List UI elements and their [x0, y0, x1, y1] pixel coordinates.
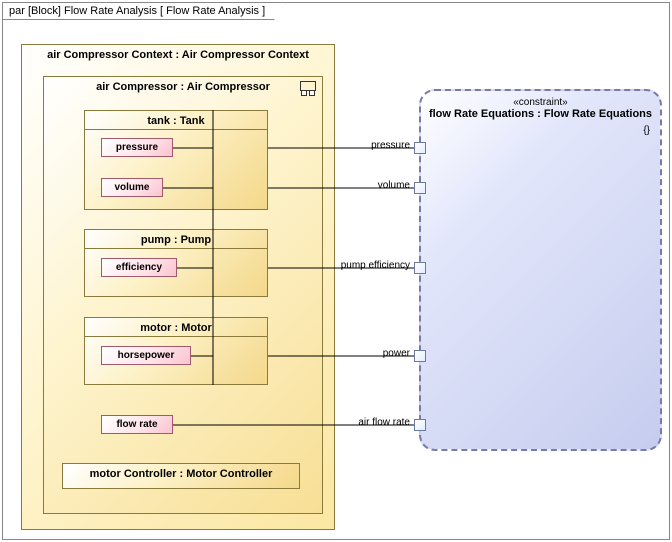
tank-volume-property[interactable]: volume [101, 178, 163, 197]
port-label-pump-efficiency: pump efficiency [310, 260, 410, 271]
flow-rate-equations-constraint[interactable]: «constraint» flow Rate Equations : Flow … [419, 89, 662, 451]
flow-rate-label: flow rate [116, 419, 157, 430]
context-title: air Compressor Context : Air Compressor … [22, 45, 334, 63]
port-label-air-flow-rate: air flow rate [320, 417, 410, 428]
composite-icon [300, 81, 316, 91]
port-volume[interactable] [414, 182, 426, 194]
frame-title-tab: par [Block] Flow Rate Analysis [ Flow Ra… [2, 2, 286, 20]
port-label-pressure: pressure [340, 140, 410, 151]
tank-pressure-label: pressure [116, 142, 158, 153]
port-label-power: power [340, 348, 410, 359]
tank-volume-label: volume [114, 182, 149, 193]
port-pump-efficiency[interactable] [414, 262, 426, 274]
motor-title: motor : Motor [85, 318, 267, 337]
motor-controller-block[interactable]: motor Controller : Motor Controller [62, 463, 300, 489]
tank-title: tank : Tank [85, 111, 267, 130]
motor-horsepower-property[interactable]: horsepower [101, 346, 191, 365]
flow-rate-property[interactable]: flow rate [101, 415, 173, 434]
pump-efficiency-label: efficiency [116, 262, 162, 273]
port-label-volume: volume [340, 180, 410, 191]
tank-pressure-property[interactable]: pressure [101, 138, 173, 157]
port-air-flow-rate[interactable] [414, 419, 426, 431]
pump-efficiency-property[interactable]: efficiency [101, 258, 177, 277]
constraint-stereotype: «constraint» [421, 97, 660, 108]
motor-controller-title: motor Controller : Motor Controller [63, 464, 299, 482]
pump-title: pump : Pump [85, 230, 267, 249]
frame-title: par [Block] Flow Rate Analysis [ Flow Ra… [9, 5, 265, 17]
port-power[interactable] [414, 350, 426, 362]
constraint-name: flow Rate Equations : Flow Rate Equation… [421, 108, 660, 120]
port-pressure[interactable] [414, 142, 426, 154]
motor-horsepower-label: horsepower [118, 350, 175, 361]
compressor-title: air Compressor : Air Compressor [44, 77, 322, 95]
constraint-braces: {} [643, 125, 650, 136]
